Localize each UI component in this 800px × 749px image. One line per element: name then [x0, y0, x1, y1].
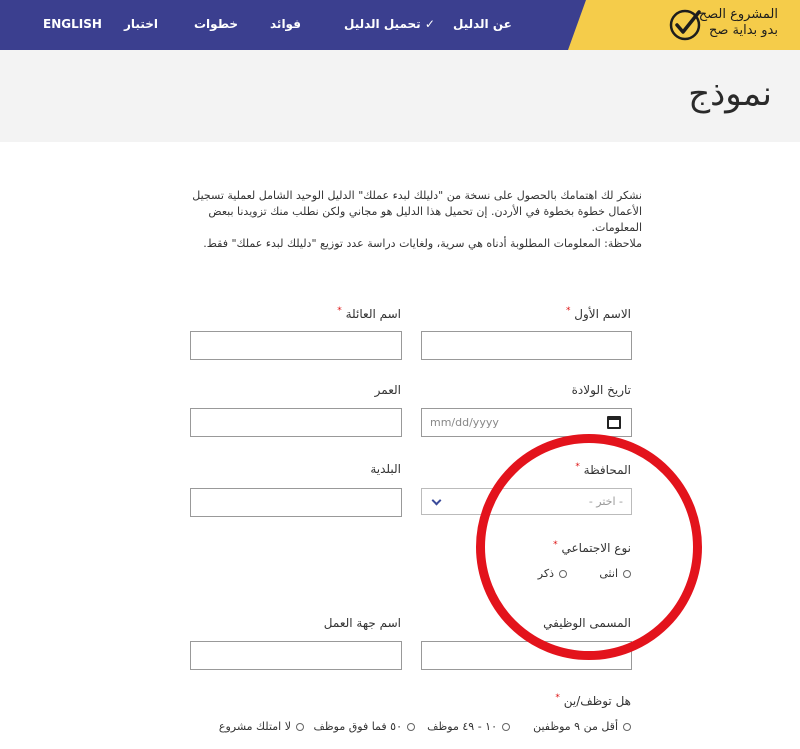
employer-input[interactable] [190, 641, 402, 670]
job-title-label: المسمى الوظيفي [543, 616, 631, 630]
municipality-label: البلدية [370, 462, 401, 476]
required-mark: * [337, 306, 342, 316]
governorate-select[interactable]: - اختر - [421, 488, 632, 515]
dob-label: تاريخ الولادة [571, 383, 631, 397]
required-mark: * [555, 693, 560, 703]
job-title-input[interactable] [421, 641, 632, 670]
municipality-input[interactable] [190, 488, 402, 517]
intro-text: نشكر لك اهتمامك بالحصول على نسخة من "دلي… [190, 188, 642, 252]
radio-button[interactable] [502, 722, 510, 731]
radio-button[interactable] [559, 569, 567, 578]
brand-text: المشروع الصح بدو بداية صح [699, 7, 778, 39]
radio-button[interactable] [623, 569, 631, 578]
employer-label: اسم جهة العمل [323, 616, 401, 630]
intro-note: ملاحظة: المعلومات المطلوبة أدناه هي سرية… [203, 237, 642, 250]
governorate-label: المحافظة * [575, 462, 631, 477]
required-mark: * [565, 306, 571, 316]
gender-label: نوع الاجتماعي * [553, 540, 631, 555]
required-mark: * [553, 540, 558, 550]
gender-option-female[interactable]: انثى [599, 567, 631, 580]
nav-about-guide[interactable]: عن الدليل [453, 17, 512, 31]
gender-option-male[interactable]: ذكر [538, 567, 567, 580]
age-input[interactable] [190, 408, 402, 437]
brand-logo[interactable]: المشروع الصح بدو بداية صح [568, 0, 800, 50]
employees-option-under-9[interactable]: أقل من ٩ موظفين [533, 720, 631, 733]
first-name-input[interactable] [421, 331, 632, 360]
radio-button[interactable] [407, 722, 415, 731]
intro-paragraph: نشكر لك اهتمامك بالحصول على نسخة من "دلي… [192, 189, 642, 234]
brand-line-1: المشروع الصح [698, 7, 778, 22]
dob-placeholder: mm/dd/yyyy [430, 416, 499, 429]
dob-input[interactable]: mm/dd/yyyy [421, 408, 632, 437]
required-mark: * [575, 462, 580, 472]
check-icon: ✓ [424, 17, 435, 31]
nav-download-guide[interactable]: ✓ تحميل الدليل [344, 17, 435, 31]
calendar-icon[interactable] [607, 416, 621, 429]
employees-label: هل توظف/ين * [555, 693, 631, 708]
first-name-label: الاسم الأول * [565, 306, 631, 321]
nav-steps[interactable]: خطوات [194, 17, 238, 31]
age-label: العمر [374, 383, 401, 397]
radio-button[interactable] [296, 722, 304, 731]
radio-button[interactable] [623, 722, 631, 731]
last-name-label: اسم العائلة * [337, 306, 401, 321]
page-title: نموذج [688, 74, 772, 114]
nav-download-guide-label: تحميل الدليل [344, 17, 421, 31]
title-strip: نموذج [0, 50, 800, 142]
employees-option-no-business[interactable]: لا امتلك مشروع [219, 720, 304, 733]
nav-benefits[interactable]: فوائد [270, 17, 301, 31]
nav-english[interactable]: ENGLISH [43, 17, 102, 31]
chevron-down-icon [431, 495, 442, 505]
nav-quiz[interactable]: اختبار [124, 17, 158, 31]
last-name-input[interactable] [190, 331, 402, 360]
governorate-selected-value: - اختر - [588, 495, 623, 508]
top-navigation-bar: ENGLISH اختبار خطوات فوائد ✓ تحميل الدلي… [0, 0, 800, 50]
employees-option-10-49[interactable]: ١٠ - ٤٩ موظف [427, 720, 510, 733]
brand-line-2: بدو بداية صح [708, 23, 778, 38]
employees-option-50-plus[interactable]: ٥٠ فما فوق موظف [314, 720, 415, 733]
